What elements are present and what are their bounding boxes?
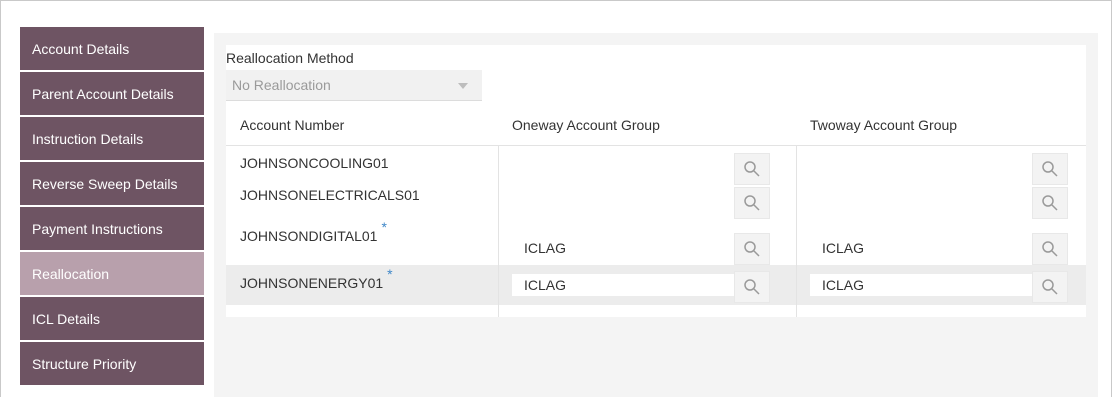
sidebar-item-instruction-details[interactable]: Instruction Details: [20, 117, 204, 160]
sidebar-item-icl-details[interactable]: ICL Details: [20, 297, 204, 340]
search-icon: [744, 279, 760, 295]
table-row: JOHNSONENERGY01* ICLAG ICLAG: [226, 265, 1086, 305]
search-icon: [1042, 195, 1058, 211]
sidebar-item-label: Account Details: [32, 40, 130, 57]
twoway-lookup-button[interactable]: [1032, 187, 1068, 219]
oneway-account-group-field[interactable]: [512, 194, 734, 216]
column-divider: [796, 145, 797, 317]
twoway-lookup-button[interactable]: [1032, 271, 1068, 303]
oneway-lookup-button[interactable]: [734, 233, 770, 265]
sidebar-item-label: Parent Account Details: [32, 85, 174, 102]
sidebar-item-payment-instructions[interactable]: Payment Instructions: [20, 207, 204, 250]
oneway-lookup-button[interactable]: [734, 153, 770, 185]
search-icon: [1042, 241, 1058, 257]
account-number: JOHNSONDIGITAL01*: [240, 219, 387, 244]
search-icon: [1042, 279, 1058, 295]
reallocation-method-value: No Reallocation: [232, 77, 331, 93]
sidebar-item-account-details[interactable]: Account Details: [20, 27, 204, 70]
oneway-lookup-button[interactable]: [734, 187, 770, 219]
account-number: JOHNSONENERGY01*: [240, 266, 393, 291]
chevron-down-icon: [458, 83, 468, 89]
table-row: JOHNSONELECTRICALS01: [226, 185, 1086, 225]
table-row: JOHNSONDIGITAL01* ICLAG ICLAG: [226, 219, 1086, 265]
account-number: JOHNSONELECTRICALS01: [240, 187, 420, 203]
header-account-number: Account Number: [240, 117, 345, 133]
oneway-account-group-field[interactable]: [512, 154, 734, 176]
search-icon: [744, 161, 760, 177]
account-number: JOHNSONCOOLING01: [240, 155, 389, 171]
twoway-lookup-button[interactable]: [1032, 233, 1068, 265]
twoway-account-group-field[interactable]: ICLAG: [810, 237, 1032, 259]
sidebar-item-reallocation[interactable]: Reallocation: [20, 252, 204, 295]
twoway-account-group-field[interactable]: [810, 194, 1032, 216]
twoway-lookup-button[interactable]: [1032, 153, 1068, 185]
column-divider: [498, 145, 499, 317]
sidebar-item-label: Instruction Details: [32, 130, 144, 147]
table-header: Account Number Oneway Account Group Twow…: [226, 105, 1086, 146]
reallocation-panel: Reallocation Method No Reallocation Acco…: [214, 33, 1098, 397]
reallocation-method-label: Reallocation Method: [226, 50, 354, 66]
sidebar-item-structure-priority[interactable]: Structure Priority: [20, 342, 204, 385]
sidebar-item-parent-account-details[interactable]: Parent Account Details: [20, 72, 204, 115]
header-twoway-account-group: Twoway Account Group: [810, 117, 958, 133]
reallocation-section: Reallocation Method No Reallocation Acco…: [226, 45, 1086, 317]
sidebar-item-label: Reverse Sweep Details: [32, 175, 178, 192]
sidebar-item-label: Payment Instructions: [32, 220, 163, 237]
sidebar: Account Details Parent Account Details I…: [20, 27, 204, 397]
sidebar-item-label: Structure Priority: [32, 355, 137, 372]
sidebar-item-label: ICL Details: [32, 310, 100, 327]
header-oneway-account-group: Oneway Account Group: [512, 117, 660, 133]
search-icon: [1042, 161, 1058, 177]
sidebar-item-reverse-sweep-details[interactable]: Reverse Sweep Details: [20, 162, 204, 205]
search-icon: [744, 195, 760, 211]
twoway-account-group-field[interactable]: ICLAG: [810, 274, 1032, 296]
oneway-account-group-field[interactable]: ICLAG: [512, 237, 734, 259]
oneway-account-group-field[interactable]: ICLAG: [512, 274, 734, 296]
twoway-account-group-field[interactable]: [810, 154, 1032, 176]
table-row: JOHNSONCOOLING01: [226, 145, 1086, 185]
reallocation-method-select[interactable]: No Reallocation: [226, 70, 482, 101]
sidebar-item-label: Reallocation: [32, 265, 110, 282]
oneway-lookup-button[interactable]: [734, 271, 770, 303]
search-icon: [744, 241, 760, 257]
